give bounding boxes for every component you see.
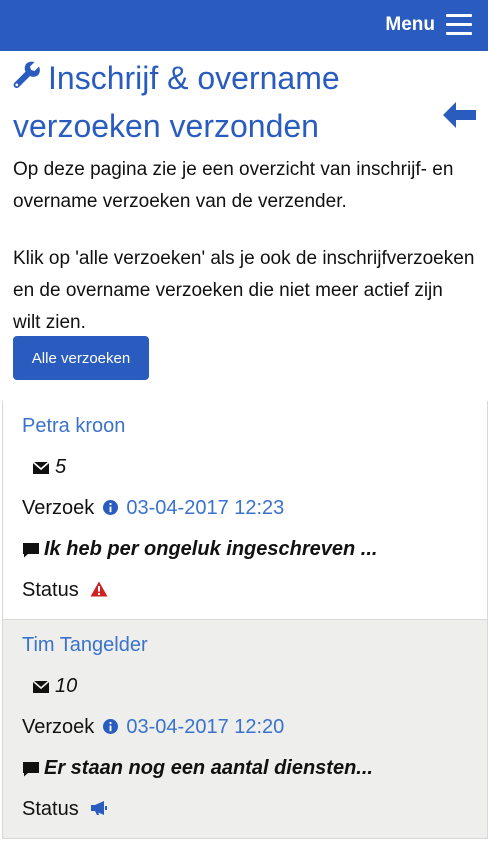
comment-icon	[23, 542, 39, 558]
back-arrow-icon[interactable]	[443, 102, 476, 128]
top-navbar: Menu	[0, 0, 488, 51]
message-count: 5	[32, 456, 67, 479]
request-message: Er staan nog een aantal diensten...	[22, 757, 373, 780]
info-icon[interactable]	[102, 499, 118, 515]
intro-text: Op deze pagina zie je een overzicht van …	[13, 159, 454, 212]
hamburger-menu-icon[interactable]	[446, 14, 472, 36]
status-row: Status	[22, 579, 108, 602]
menu-label[interactable]: Menu	[385, 14, 435, 36]
info-icon[interactable]	[102, 718, 118, 734]
request-card[interactable]: Tim Tangelder 10 Verzoek 03-04-2017 12:2…	[2, 620, 488, 839]
sender-name-link[interactable]: Tim Tangelder	[22, 634, 148, 657]
request-card[interactable]: Petra kroon 5 Verzoek 03-04-2017 12:23 I…	[2, 401, 488, 620]
envelope-icon	[32, 461, 50, 474]
request-message-text: Er staan nog een aantal diensten...	[44, 757, 373, 779]
request-message-text: Ik heb per ongeluk ingeschreven ...	[44, 538, 378, 560]
megaphone-icon	[91, 801, 108, 816]
envelope-icon	[32, 680, 50, 693]
message-count-value: 5	[55, 456, 67, 478]
sender-name-link[interactable]: Petra kroon	[22, 415, 125, 438]
request-date: 03-04-2017 12:20	[126, 716, 285, 738]
page-title: Inschrijf & overname verzoeken verzonden	[13, 60, 340, 144]
request-date-row: Verzoek 03-04-2017 12:20	[22, 716, 284, 739]
request-date: 03-04-2017 12:23	[126, 497, 285, 519]
warning-icon	[90, 581, 108, 597]
request-message: Ik heb per ongeluk ingeschreven ...	[22, 538, 377, 561]
verzoek-label: Verzoek	[22, 716, 95, 738]
intro-text-2: Klik op 'alle verzoeken' als je ook de i…	[13, 248, 475, 333]
all-requests-button[interactable]: Alle verzoeken	[13, 336, 149, 380]
verzoek-label: Verzoek	[22, 497, 95, 519]
message-count-value: 10	[55, 675, 78, 697]
request-date-row: Verzoek 03-04-2017 12:23	[22, 497, 284, 520]
message-count: 10	[32, 675, 78, 698]
status-label: Status	[22, 798, 79, 820]
status-row: Status	[22, 798, 108, 821]
status-label: Status	[22, 579, 79, 601]
comment-icon	[23, 761, 39, 777]
